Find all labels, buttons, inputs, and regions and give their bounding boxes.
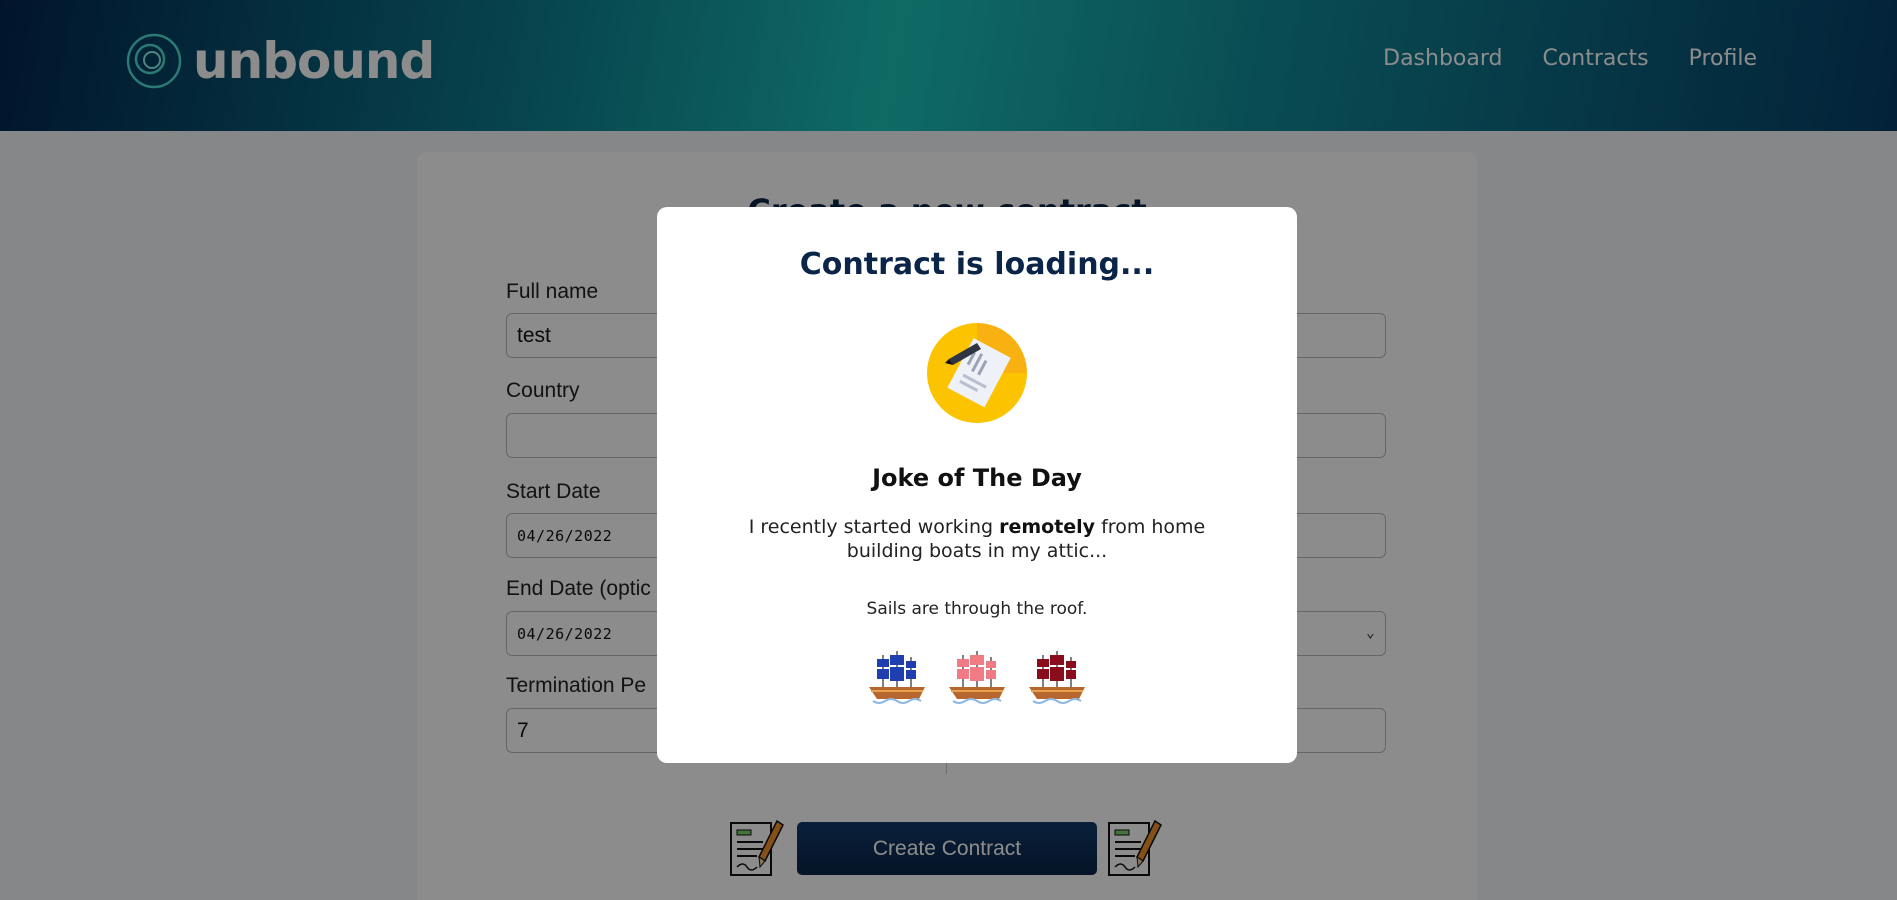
signing-document-icon (927, 323, 1027, 423)
ship-icon (1029, 651, 1085, 704)
ship-icon (949, 651, 1005, 704)
ship-icons (657, 647, 1297, 707)
joke-title: Joke of The Day (872, 464, 1082, 492)
joke-setup-emphasis: remotely (999, 516, 1096, 538)
ship-icon (869, 651, 925, 704)
joke-setup: I recently started working remotely from… (727, 515, 1227, 563)
joke-punchline: Sails are through the roof. (866, 599, 1088, 619)
loading-modal: Contract is loading... Joke of The Day I… (657, 207, 1297, 763)
joke-setup-start: I recently started working (748, 516, 1000, 538)
modal-title: Contract is loading... (799, 247, 1155, 282)
